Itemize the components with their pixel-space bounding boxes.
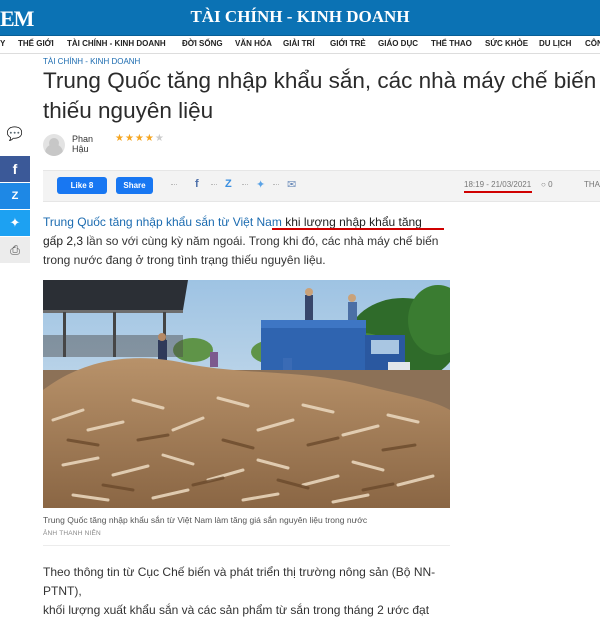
lead-rest: lần so với cùng kỳ năm ngoái. Trong khi …: [43, 234, 439, 267]
cassava-pile-illustration: [43, 280, 450, 508]
publish-date: 18:19 - 21/03/2021: [464, 180, 532, 189]
section-title[interactable]: TÀI CHÍNH - KINH DOANH: [0, 7, 600, 27]
nav-item-suc-khoe[interactable]: SỨC KHỎE: [485, 39, 528, 48]
facebook-like-button[interactable]: Like 8: [57, 177, 107, 194]
article-lead: Trung Quốc tăng nhập khẩu sắn từ Việt Na…: [43, 213, 443, 270]
nav-item-the-thao[interactable]: THỂ THAO: [431, 39, 472, 48]
body-line-2: khối lượng xuất khẩu sắn và các sản phẩm…: [43, 603, 430, 617]
site-header: EM TÀI CHÍNH - KINH DOANH: [0, 0, 600, 36]
body-line-1: Theo thông tin từ Cục Chế biến và phát t…: [43, 565, 436, 598]
nav-item-doi-song[interactable]: ĐỜI SỐNG: [182, 39, 223, 48]
title-line-1: Trung Quốc tăng nhập khẩu sắn, các nhà m…: [43, 68, 597, 93]
nav-item-gioi-tre[interactable]: GIỚI TRẺ: [330, 39, 366, 48]
nav-item-partial[interactable]: Y: [0, 39, 5, 48]
star-icon: ★★★★: [115, 133, 155, 144]
date-underline: [464, 191, 532, 193]
email-icon[interactable]: ✉: [287, 178, 296, 191]
zalo-share-icon[interactable]: Z: [225, 178, 232, 190]
comment-icon[interactable]: 💬: [0, 120, 30, 148]
separator: [211, 184, 217, 189]
twitter-share-icon[interactable]: ✦: [256, 178, 265, 191]
nav-item-tai-chinh[interactable]: TÀI CHÍNH - KINH DOANH: [67, 39, 166, 48]
lead-link[interactable]: Trung Quốc tăng nhập khẩu sắn từ Việt Na…: [43, 215, 282, 229]
divider: [43, 545, 450, 546]
rating-stars[interactable]: ★★★★★: [115, 133, 165, 144]
facebook-share-button[interactable]: Share: [116, 177, 153, 194]
main-nav: Y THẾ GIỚI TÀI CHÍNH - KINH DOANH ĐỜI SỐ…: [0, 36, 600, 54]
comment-count-icon: ○: [541, 180, 549, 189]
title-line-2: thiếu nguyên liệu: [43, 98, 214, 123]
like-label: Like 8: [70, 181, 94, 190]
article-title: Trung Quốc tăng nhập khẩu sắn, các nhà m…: [43, 66, 600, 126]
facebook-icon[interactable]: f: [0, 156, 30, 182]
separator: [273, 184, 279, 189]
nav-item-van-hoa[interactable]: VĂN HÓA: [235, 39, 272, 48]
nav-item-giao-duc[interactable]: GIÁO DỤC: [378, 39, 418, 48]
twitter-icon[interactable]: ✦: [0, 210, 30, 236]
facebook-share-icon[interactable]: f: [195, 178, 199, 190]
nav-item-the-gioi[interactable]: THẾ GIỚI: [18, 39, 54, 48]
nav-item-partial-end[interactable]: CÔN: [585, 39, 600, 48]
separator: [171, 184, 177, 189]
partial-label[interactable]: THA: [584, 180, 600, 189]
share-bar: Like 8 Share f Z ✦ ✉ 18:19 - 21/03/2021 …: [43, 170, 600, 202]
star-empty-icon: ★: [154, 133, 165, 144]
nav-item-du-lich[interactable]: DU LỊCH: [539, 39, 571, 48]
photo-caption: Trung Quốc tăng nhập khẩu sắn từ Việt Na…: [43, 515, 368, 525]
article-photo[interactable]: [43, 280, 450, 508]
photo-credit: ẢNH THANH NIÊN: [43, 530, 101, 537]
author-name[interactable]: Phan Hậu: [72, 134, 93, 154]
avatar[interactable]: [43, 134, 65, 156]
lead-underline: [272, 228, 444, 230]
article-body: Theo thông tin từ Cục Chế biến và phát t…: [43, 563, 450, 620]
separator: [242, 184, 248, 189]
print-icon[interactable]: ⎙: [0, 237, 30, 263]
comment-count[interactable]: ○ 0: [541, 180, 553, 189]
zalo-icon[interactable]: Z: [0, 183, 30, 209]
share-label: Share: [123, 181, 146, 190]
nav-item-giai-tri[interactable]: GIẢI TRÍ: [283, 39, 315, 48]
breadcrumb[interactable]: TÀI CHÍNH - KINH DOANH: [43, 57, 140, 66]
